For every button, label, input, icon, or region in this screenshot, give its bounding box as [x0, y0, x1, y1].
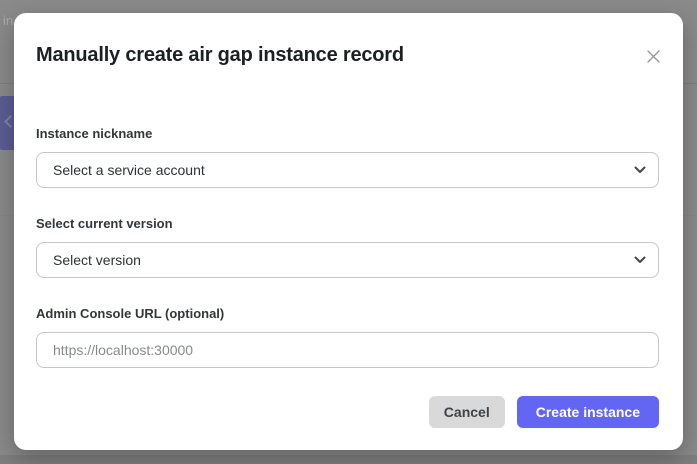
- create-instance-button[interactable]: Create instance: [517, 396, 659, 428]
- current-version-selected-value: Select version: [53, 252, 141, 268]
- instance-nickname-selected-value: Select a service account: [53, 162, 205, 178]
- background-clipped-text: in: [3, 13, 13, 28]
- field-instance-nickname: Instance nickname Select a service accou…: [36, 126, 659, 188]
- current-version-select-wrap: Select version: [36, 242, 659, 278]
- admin-console-url-input[interactable]: [37, 333, 658, 367]
- instance-nickname-label: Instance nickname: [36, 126, 659, 142]
- modal-actions: Cancel Create instance: [36, 396, 659, 428]
- instance-nickname-select-wrap: Select a service account: [36, 152, 659, 188]
- create-airgap-instance-modal: Manually create air gap instance record …: [14, 13, 683, 450]
- admin-console-url-input-wrap: [36, 332, 659, 368]
- cancel-button[interactable]: Cancel: [429, 396, 505, 428]
- modal-title: Manually create air gap instance record: [36, 42, 404, 68]
- current-version-select[interactable]: Select version: [36, 242, 659, 278]
- admin-console-url-label: Admin Console URL (optional): [36, 306, 659, 322]
- close-icon: [646, 49, 661, 64]
- airgap-instance-form: Instance nickname Select a service accou…: [36, 126, 659, 368]
- field-current-version: Select current version Select version: [36, 216, 659, 278]
- background-bottom-band: [0, 455, 697, 464]
- current-version-label: Select current version: [36, 216, 659, 232]
- modal-header: Manually create air gap instance record: [36, 42, 659, 68]
- instance-nickname-select[interactable]: Select a service account: [36, 152, 659, 188]
- close-button[interactable]: [641, 44, 665, 68]
- field-admin-console-url: Admin Console URL (optional): [36, 306, 659, 368]
